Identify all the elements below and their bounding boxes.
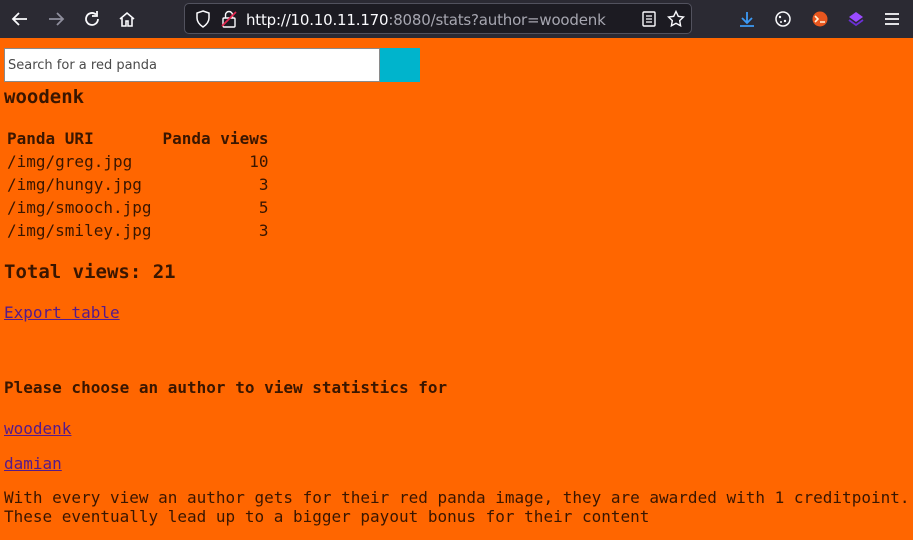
- stats-table: Panda URI Panda views /img/greg.jpg 10 /…: [4, 127, 271, 242]
- table-row: /img/hungy.jpg 3: [4, 173, 271, 196]
- panda-views-cell: 3: [258, 175, 269, 194]
- total-views: Total views: 21: [4, 261, 176, 283]
- forward-icon[interactable]: [44, 7, 68, 31]
- cookie-extension-icon[interactable]: [771, 7, 795, 31]
- header-panda-views: Panda views: [162, 129, 269, 148]
- info-line-2: These eventually lead up to a bigger pay…: [4, 507, 650, 526]
- home-icon[interactable]: [115, 7, 139, 31]
- panda-views-cell: 10: [249, 152, 269, 171]
- search-input[interactable]: [4, 48, 380, 82]
- choose-author-heading: Please choose an author to view statisti…: [4, 378, 448, 397]
- menu-icon[interactable]: [880, 7, 904, 31]
- table-row: /img/smooch.jpg 5: [4, 196, 271, 219]
- author-link-damian[interactable]: damian: [4, 454, 62, 473]
- export-table-link[interactable]: Export table: [4, 303, 120, 322]
- shield-icon[interactable]: [191, 7, 215, 31]
- header-panda-uri: Panda URI: [7, 129, 94, 148]
- wappalyzer-extension-icon[interactable]: [844, 7, 868, 31]
- info-text: With every view an author gets for their…: [4, 488, 909, 526]
- panda-views-cell: 5: [258, 198, 269, 217]
- table-row: /img/greg.jpg 10: [4, 150, 271, 173]
- bookmark-star-icon[interactable]: [664, 7, 688, 31]
- panda-uri-cell: /img/smooch.jpg: [7, 198, 152, 217]
- info-line-1: With every view an author gets for their…: [4, 488, 910, 507]
- table-header-row: Panda URI Panda views: [4, 127, 271, 150]
- address-bar[interactable]: http://10.10.11.170:8080/stats?author=wo…: [184, 3, 692, 34]
- panda-uri-cell: /img/smiley.jpg: [7, 221, 152, 240]
- reload-icon[interactable]: [80, 7, 104, 31]
- panda-uri-cell: /img/hungy.jpg: [7, 175, 142, 194]
- url-text[interactable]: http://10.10.11.170:8080/stats?author=wo…: [246, 11, 606, 29]
- url-host: http://10.10.11.170: [246, 11, 389, 29]
- insecure-lock-icon[interactable]: [217, 7, 241, 31]
- download-icon[interactable]: [735, 7, 759, 31]
- table-row: /img/smiley.jpg 3: [4, 219, 271, 242]
- panda-views-cell: 3: [258, 221, 269, 240]
- search-button[interactable]: [380, 48, 420, 82]
- foxyproxy-extension-icon[interactable]: [808, 7, 832, 31]
- url-path: :8080/stats?author=woodenk: [388, 11, 606, 29]
- page-content: woodenk Panda URI Panda views /img/greg.…: [0, 38, 913, 540]
- panda-uri-cell: /img/greg.jpg: [7, 152, 133, 171]
- back-icon[interactable]: [8, 7, 32, 31]
- author-heading: woodenk: [4, 86, 85, 108]
- reader-mode-icon[interactable]: [637, 7, 661, 31]
- browser-toolbar: http://10.10.11.170:8080/stats?author=wo…: [0, 0, 913, 38]
- author-link-woodenk[interactable]: woodenk: [4, 419, 71, 438]
